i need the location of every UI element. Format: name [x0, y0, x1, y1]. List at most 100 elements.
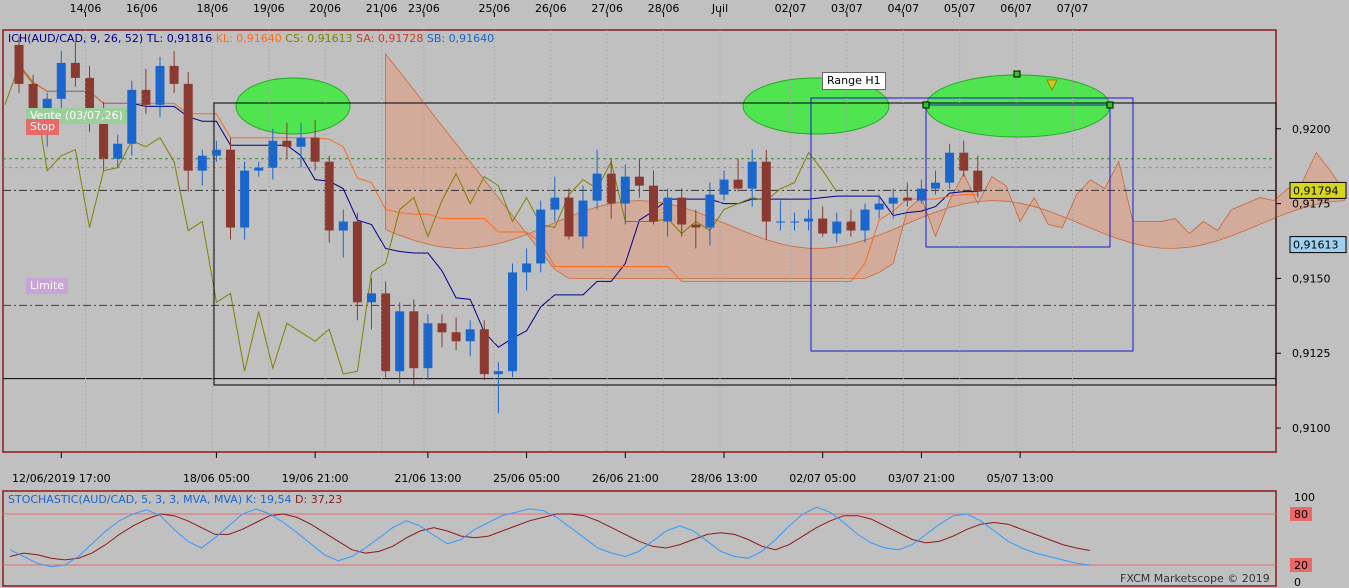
- y-tick-label: 0,9150: [1292, 272, 1331, 285]
- candle-body: [395, 311, 405, 372]
- candle-body: [14, 44, 24, 84]
- top-date-label: 16/06: [126, 2, 158, 15]
- candle-body: [959, 152, 969, 171]
- candle-body: [902, 197, 912, 201]
- candle-body: [296, 137, 306, 147]
- top-date-label: 07/07: [1057, 2, 1089, 15]
- candle-body: [169, 65, 179, 84]
- stochastic-header: STOCHASTIC(AUD/CAD, 5, 3, 3, MVA, MVA) K…: [8, 493, 342, 506]
- candle-body: [874, 203, 884, 210]
- bottom-time-label: 25/06 05:00: [493, 472, 560, 485]
- candle-body: [719, 179, 729, 195]
- candle-body: [282, 140, 292, 147]
- stoch-k-label: K: 19,54: [245, 493, 292, 506]
- bottom-time-label: 19/06 21:00: [282, 472, 349, 485]
- top-date-label: 18/06: [197, 2, 229, 15]
- candle-body: [677, 197, 687, 225]
- bottom-time-label: 26/06 21:00: [592, 472, 659, 485]
- cs-label: CS: 0,91613: [285, 32, 353, 45]
- candle-body: [761, 161, 771, 222]
- candle-body: [56, 62, 66, 99]
- candle-body: [564, 197, 574, 237]
- candle-body: [790, 221, 799, 223]
- candle-body: [916, 188, 926, 201]
- kl-label: KL: 0,91640: [215, 32, 282, 45]
- y-tick-label: 0,9200: [1292, 123, 1331, 136]
- stop-label[interactable]: Stop: [26, 119, 60, 135]
- candle-body: [931, 182, 940, 189]
- bottom-time-label: 12/06/2019 17:00: [12, 472, 111, 485]
- candle-body: [634, 176, 644, 186]
- top-date-label: Juil: [711, 2, 728, 15]
- candle-body: [423, 323, 433, 369]
- sb-label: SB: 0,91640: [426, 32, 495, 45]
- ich-label: ICH(AUD/CAD, 9, 26, 52): [8, 32, 144, 45]
- candle-body: [338, 221, 348, 231]
- y-tick-label: 0,9175: [1292, 198, 1331, 211]
- y-tick-label: 0,9125: [1292, 347, 1331, 360]
- candle-body: [536, 209, 546, 264]
- top-date-label: 26/06: [535, 2, 567, 15]
- candle-body: [818, 218, 828, 234]
- candle-body: [310, 137, 320, 162]
- top-date-label: 06/07: [1000, 2, 1032, 15]
- candle-body: [141, 89, 151, 105]
- candle-body: [268, 140, 278, 168]
- candle-body: [127, 89, 137, 144]
- candle-body: [775, 221, 785, 223]
- bottom-time-label: 05/07 13:00: [987, 472, 1054, 485]
- candle-body: [381, 293, 391, 372]
- highlight-ellipse: [925, 74, 1111, 138]
- candle-body: [649, 185, 658, 222]
- stoch-y-tick-label: 0: [1294, 576, 1301, 588]
- candle-body: [860, 209, 870, 231]
- stoch-title: STOCHASTIC(AUD/CAD, 5, 3, 3, MVA, MVA): [8, 493, 243, 506]
- candle-body: [522, 263, 532, 273]
- candle-body: [550, 197, 560, 210]
- candle-body: [832, 221, 842, 234]
- candle-body: [705, 194, 715, 228]
- candle-body: [155, 65, 165, 105]
- limite-label[interactable]: Limite: [26, 278, 69, 294]
- stoch-d-label: D: 37,23: [295, 493, 343, 506]
- top-date-label: 04/07: [887, 2, 919, 15]
- bottom-time-label: 21/06 13:00: [394, 472, 461, 485]
- top-date-label: 28/06: [648, 2, 680, 15]
- candle-body: [254, 167, 264, 171]
- bottom-time-label: 18/06 05:00: [183, 472, 250, 485]
- candle-body: [846, 221, 856, 231]
- candle-body: [592, 173, 602, 201]
- range-h1-label: Range H1: [822, 72, 886, 90]
- candle-body: [113, 143, 123, 159]
- top-date-label: 14/06: [70, 2, 102, 15]
- candle-body: [691, 224, 701, 228]
- candle-body: [888, 197, 898, 204]
- candle-body: [578, 200, 588, 237]
- candle-body: [409, 311, 419, 369]
- sa-label: SA: 0,91728: [356, 32, 424, 45]
- candle-body: [465, 329, 475, 342]
- candle-body: [99, 119, 109, 159]
- bottom-time-label: 28/06 13:00: [691, 472, 758, 485]
- candle-body: [747, 161, 757, 189]
- candle-body: [973, 170, 983, 192]
- top-date-label: 27/06: [591, 2, 623, 15]
- candle-body: [733, 179, 743, 189]
- top-date-label: 19/06: [253, 2, 285, 15]
- candle-body: [70, 62, 80, 78]
- candle-body: [479, 329, 489, 375]
- candle-body: [493, 371, 503, 375]
- stoch-y-tick-label: 20: [1294, 559, 1308, 572]
- candle-body: [367, 293, 376, 303]
- candle-body: [240, 170, 250, 228]
- credit-label: FXCM Marketscope © 2019: [1120, 572, 1270, 585]
- candle-body: [451, 332, 461, 342]
- highlight-ellipse: [235, 77, 351, 135]
- current-price-text: 0,91794: [1293, 184, 1339, 197]
- candle-body: [606, 173, 616, 204]
- stoch-y-tick-label: 80: [1294, 508, 1308, 521]
- top-date-label: 03/07: [831, 2, 863, 15]
- ichimoku-header: ICH(AUD/CAD, 9, 26, 52) TL: 0,91816 KL: …: [8, 32, 494, 45]
- top-date-label: 20/06: [309, 2, 341, 15]
- candle-body: [804, 218, 814, 222]
